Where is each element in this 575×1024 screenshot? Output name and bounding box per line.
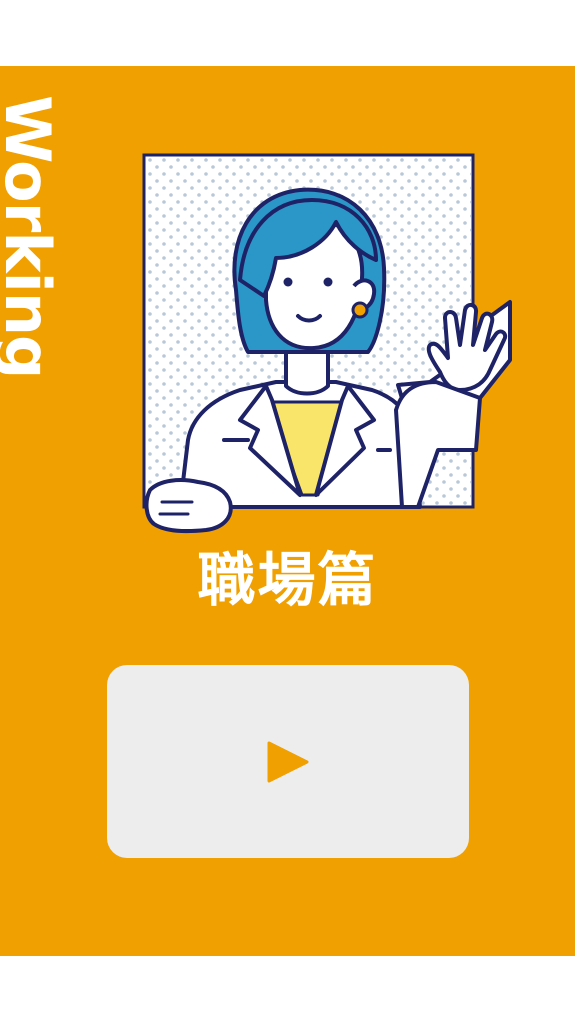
woman-waving-illustration xyxy=(142,153,512,534)
page-title: 職場篇 xyxy=(197,546,378,614)
working-vertical-label: Working xyxy=(0,95,64,379)
page: Working 職場篇 xyxy=(0,0,575,1024)
working-vertical-label-wrapper: Working xyxy=(0,95,64,415)
video-player[interactable] xyxy=(107,665,469,858)
play-icon[interactable] xyxy=(267,739,309,785)
